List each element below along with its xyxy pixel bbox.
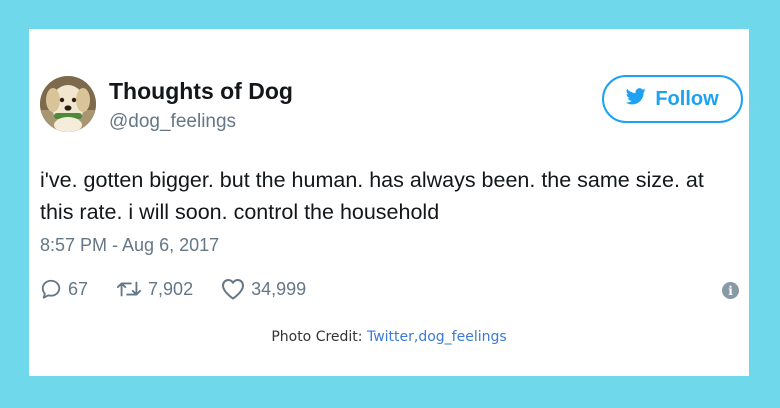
display-name[interactable]: Thoughts of Dog: [109, 78, 293, 105]
follow-button[interactable]: Follow: [602, 75, 743, 123]
follow-label: Follow: [655, 87, 719, 110]
reply-count: 67: [68, 278, 89, 299]
info-icon[interactable]: i: [722, 282, 739, 299]
photo-credit-label: Photo Credit:: [271, 329, 367, 345]
tweet-text: i've. gotten bigger. but the human. has …: [40, 168, 704, 224]
heart-icon: [221, 278, 245, 300]
like-count: 34,999: [251, 278, 307, 299]
reply-icon: [40, 278, 62, 300]
photo-credit-link[interactable]: Twitter,dog_feelings: [367, 329, 507, 345]
retweet-count: 7,902: [148, 278, 194, 299]
twitter-bird-icon: [626, 87, 646, 111]
photo-credit: Photo Credit: Twitter,dog_feelings: [29, 329, 749, 345]
avatar[interactable]: [40, 76, 96, 132]
like-button[interactable]: 34,999: [221, 278, 306, 300]
tweet-card: Thoughts of Dog @dog_feelings Follow i'v…: [29, 29, 749, 376]
reply-button[interactable]: 67: [40, 278, 88, 300]
tweet-timestamp[interactable]: 8:57 PM - Aug 6, 2017: [40, 235, 219, 256]
username-handle[interactable]: @dog_feelings: [109, 111, 236, 133]
tweet-actions: 67 7,902 34,999: [40, 278, 334, 300]
retweet-icon: [116, 278, 142, 300]
retweet-button[interactable]: 7,902: [116, 278, 193, 300]
dog-avatar-image: [40, 76, 96, 132]
